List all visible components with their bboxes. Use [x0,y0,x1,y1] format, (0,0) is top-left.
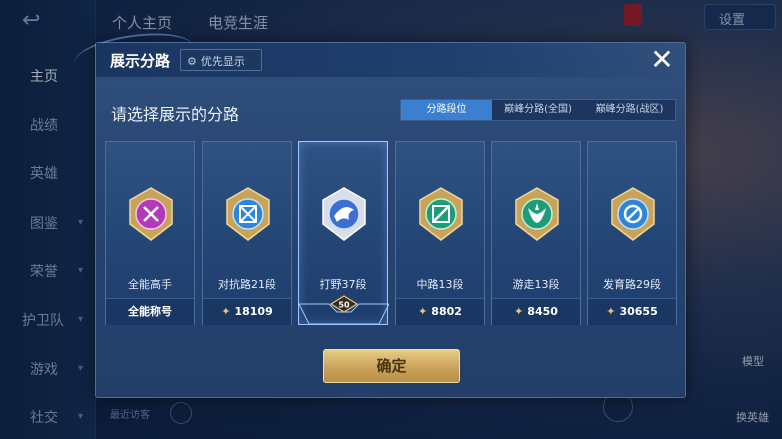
all-round-emblem-icon [129,187,173,241]
confirm-button[interactable]: 确定 [323,349,460,383]
card-value-bar: ✦ 30655 [588,298,676,325]
card-value-bar: ✦ 18109 [203,298,291,325]
card-label: 发育路29段 [603,278,661,291]
card-label: 打野37段 [319,278,367,291]
close-icon[interactable]: ✕ [649,46,675,74]
lane-card-jungle[interactable]: 打野37段 50 [298,141,389,325]
mid-lane-emblem-icon [419,187,463,241]
card-label: 中路13段 [416,278,464,291]
priority-display-button[interactable]: ⚙ 优先显示 [180,49,262,71]
points-icon: ✦ [418,305,428,318]
card-value: 8802 [431,305,462,318]
roam-emblem-icon [515,187,559,241]
lane-display-dialog: 展示分路 ⚙ 优先显示 ✕ 请选择展示的分路 分路段位 巅峰分路(全国) 巅峰分路… [71,26,686,398]
card-value: 8450 [527,305,558,318]
card-label: 游走13段 [512,278,560,291]
gear-icon: ⚙ [187,55,197,68]
card-value-bar: ✦ 8802 [396,298,484,325]
jungle-emblem-icon [322,187,366,241]
lane-card-all-round[interactable]: 全能高手 全能称号 [105,141,195,325]
card-value: 全能称号 [106,298,194,325]
card-label: 对抗路21段 [218,278,276,291]
lane-card-roam[interactable]: 游走13段 ✦ 8450 [491,141,581,325]
card-label: 全能高手 [128,278,172,291]
tab-peak-region[interactable]: 巅峰分路(战区) [584,100,675,120]
tab-lane-rank[interactable]: 分路段位 [401,100,492,120]
card-value: 30655 [619,305,658,318]
priority-display-label: 优先显示 [200,55,245,68]
selected-wing-decoration [299,303,389,325]
lane-card-farm[interactable]: 发育路29段 ✦ 30655 [587,141,677,325]
points-icon: ✦ [514,305,524,318]
dialog-title: 展示分路 [110,52,171,70]
lane-cards: 全能高手 全能称号 对抗路21段 ✦ 18109 打野37段 50 中路13段 … [105,141,678,326]
lane-card-mid[interactable]: 中路13段 ✦ 8802 [395,141,485,325]
farm-lane-emblem-icon [611,187,655,241]
filter-tabs: 分路段位 巅峰分路(全国) 巅峰分路(战区) [400,99,676,121]
card-value-bar: ✦ 8450 [492,298,580,325]
card-value: 18109 [234,305,273,318]
clash-lane-emblem-icon [226,187,270,241]
tab-peak-national[interactable]: 巅峰分路(全国) [492,100,584,120]
dialog-subtitle: 请选择展示的分路 [111,105,240,124]
points-icon: ✦ [221,305,231,318]
points-icon: ✦ [606,305,616,318]
lane-card-clash[interactable]: 对抗路21段 ✦ 18109 [202,141,292,325]
dialog-header: 展示分路 ⚙ 优先显示 ✕ [96,43,685,77]
